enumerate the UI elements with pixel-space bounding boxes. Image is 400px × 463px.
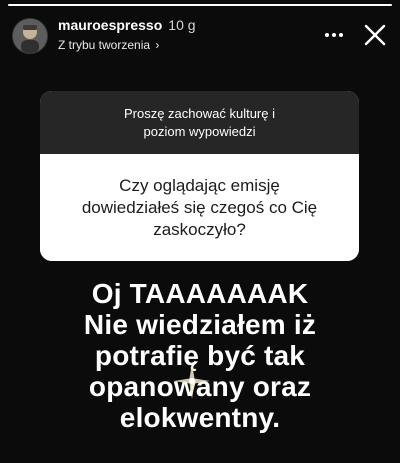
question-prompt: Proszę zachować kulturę i poziom wypowie… (40, 91, 359, 154)
subtitle-label: Z trybu tworzenia (58, 38, 151, 52)
question-line: dowiedziałeś się czegoś co Cię (81, 197, 318, 217)
user-info: mauroespresso 10 g Z trybu tworzenia › (58, 17, 196, 53)
answer-line: potrafię być tak (94, 340, 306, 371)
question-line: Czy oglądając emisję (119, 175, 280, 195)
answer-line: opanowany oraz (88, 371, 312, 402)
story-header: mauroespresso 10 g Z trybu tworzenia › (12, 14, 388, 56)
avatar[interactable] (12, 18, 48, 54)
created-with-link[interactable]: Z trybu tworzenia › (58, 37, 196, 53)
answer-line: Oj TAAAAAAAK (91, 278, 309, 309)
prompt-line: Proszę zachować kulturę i (123, 105, 275, 121)
answer-line: Nie wiedziałem iż (83, 309, 317, 340)
question-sticker[interactable]: Proszę zachować kulturę i poziom wypowie… (40, 91, 359, 261)
username[interactable]: mauroespresso (58, 17, 162, 33)
post-time: 10 g (168, 17, 196, 33)
close-icon (364, 24, 386, 46)
story-progress-bar (8, 4, 392, 6)
prompt-line: poziom wypowiedzi (143, 123, 256, 139)
answer-line: elokwentny. (119, 402, 281, 433)
chevron-right-icon: › (155, 38, 160, 52)
close-button[interactable] (362, 22, 388, 48)
answer-text: Oj TAAAAAAAK Nie wiedziałem iż potrafię … (0, 278, 400, 433)
story-progress-fill (8, 4, 392, 6)
more-options-button[interactable] (322, 24, 346, 46)
avatar-image (13, 19, 47, 53)
question-text: Czy oglądając emisję dowiedziałeś się cz… (40, 154, 359, 261)
more-horizontal-icon (325, 33, 343, 37)
question-line: zaskoczyło? (153, 219, 246, 239)
